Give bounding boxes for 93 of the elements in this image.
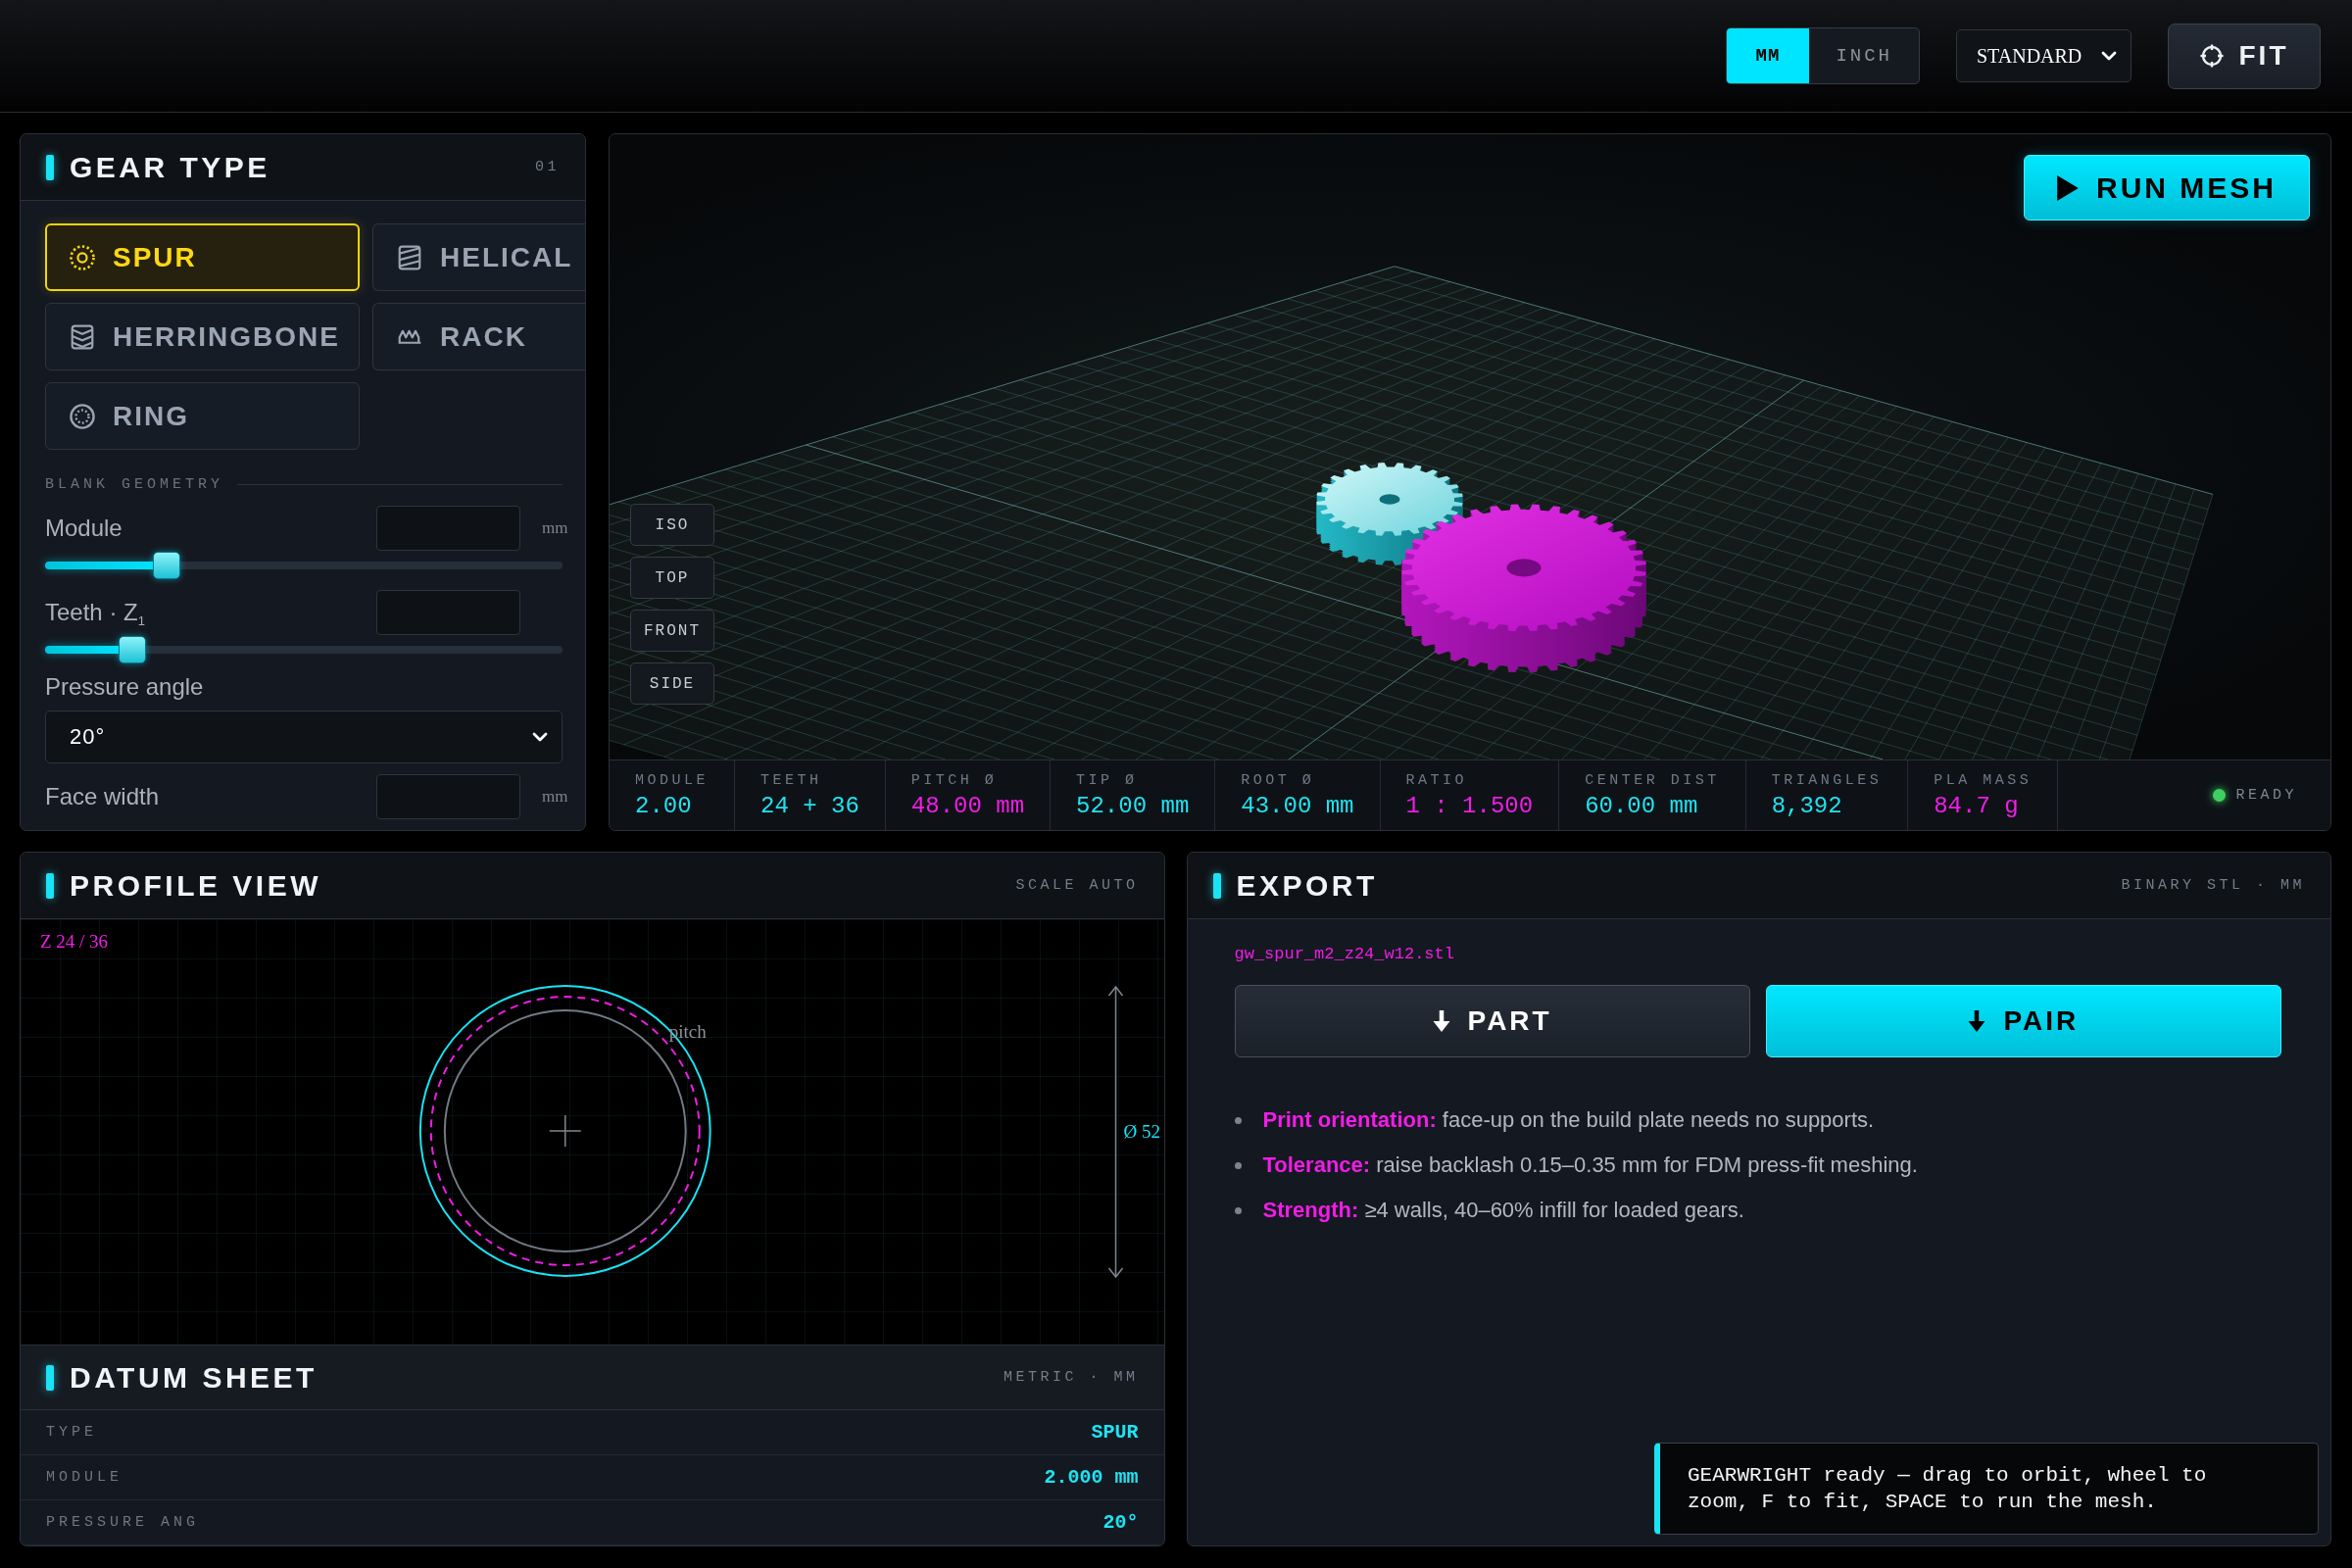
tooth-count-label: Z 24 / 36 — [40, 931, 109, 953]
center-mark — [549, 1114, 582, 1148]
chevron-down-icon — [532, 732, 548, 742]
run-mesh-button[interactable]: RUN MESH — [2024, 155, 2310, 220]
unit-toggle[interactable]: MM INCH — [1725, 27, 1920, 84]
gear-type-button[interactable]: RING — [45, 382, 360, 450]
stat-label: TEETH — [760, 771, 823, 789]
crosshair-icon — [2199, 44, 2224, 68]
angle-select[interactable]: 20° — [45, 710, 563, 763]
panel-title: EXPORT — [1236, 868, 1378, 903]
accent-bar-icon — [46, 154, 54, 180]
stat-value: 43.00 mm — [1241, 793, 1354, 819]
arrow-down-icon — [1432, 1010, 1450, 1032]
pitch-label: pitch — [668, 1021, 707, 1043]
stat-value: 8,392 — [1771, 793, 1843, 819]
field-label: Face width — [45, 783, 161, 810]
viewport-scene[interactable]: ISO TOP FRONT SIDE RUN MESH — [610, 134, 2330, 760]
datum-value: SPUR — [1091, 1421, 1139, 1444]
stat-value: 2.00 — [635, 793, 693, 819]
panel-tag: SCALE AUTO — [1015, 877, 1139, 894]
unit-label: mm — [542, 787, 568, 806]
datum-value: 2.000 mm — [1044, 1466, 1139, 1489]
stat-label: MODULE — [635, 771, 709, 789]
field-label: Pressure angle — [45, 673, 205, 701]
bullet-icon — [1234, 1161, 1242, 1169]
unit-option[interactable]: INCH — [1809, 28, 1919, 83]
field-label: Teeth · Z$_{1}$ — [45, 599, 146, 626]
diameter-label: Ø 52 — [1123, 1121, 1160, 1142]
slider-track[interactable] — [45, 636, 563, 663]
download-button[interactable]: PAIR — [1765, 985, 2281, 1057]
mode-select[interactable]: STANDARD — [1956, 29, 2132, 82]
datum-label: MODULE — [46, 1469, 122, 1486]
gear-type-button[interactable]: RACK — [372, 303, 585, 370]
chevron-down-icon — [2101, 51, 2117, 61]
slider-thumb[interactable] — [153, 552, 180, 579]
gear-type-button[interactable]: HELICAL — [372, 223, 585, 291]
view-button[interactable]: FRONT — [630, 610, 714, 652]
unit-label: mm — [542, 518, 568, 537]
file-name: gw_spur_m2_z24_w12.stl — [1234, 945, 1455, 964]
stat-label: CENTER DIST — [1585, 771, 1720, 789]
view-button[interactable]: SIDE — [630, 662, 714, 705]
slider-thumb[interactable] — [119, 636, 146, 663]
fit-button[interactable]: FIT — [2168, 23, 2321, 89]
field-label: Module — [45, 514, 123, 542]
panel-tag: METRIC · MM — [1003, 1369, 1139, 1386]
stat-label: TIP Ø — [1076, 771, 1139, 789]
stat-label: RATIO — [1405, 771, 1468, 789]
tip-text: Tolerance: raise backlash 0.15–0.35 mm for FDM press-fit meshing. — [1262, 1152, 1918, 1178]
slider-track[interactable] — [45, 552, 563, 579]
stat-value: 84.7 g — [1934, 793, 2020, 819]
datum-value: 20° — [1102, 1511, 1139, 1534]
play-icon — [2057, 174, 2079, 201]
view-button[interactable]: ISO — [630, 504, 714, 546]
panel-tag: BINARY STL · MM — [2121, 877, 2305, 894]
number-input[interactable] — [376, 506, 520, 551]
stat-value: 48.00 mm — [910, 793, 1025, 819]
tip-text: Print orientation: face-up on the build plate needs no supports. — [1262, 1107, 1875, 1133]
stat-value: 1 : 1.500 — [1405, 793, 1534, 819]
accent-bar-icon — [46, 872, 54, 899]
panel-title: DATUM SHEET — [70, 1360, 318, 1395]
panel-title: PROFILE VIEW — [70, 868, 321, 903]
bullet-icon — [1234, 1206, 1242, 1214]
stat-label: TRIANGLES — [1771, 771, 1883, 789]
gear-type-button[interactable]: SPUR — [45, 223, 360, 291]
tip-text: Strength: ≥4 walls, 40–60% infill for loaded gears. — [1262, 1198, 1744, 1223]
chevron-block-icon — [70, 323, 95, 350]
panel-tag: 01 — [535, 159, 560, 175]
stat-value: 24 + 36 — [760, 793, 859, 819]
arrow-down-icon — [1968, 1010, 1986, 1032]
number-input[interactable] — [376, 590, 520, 635]
status-label: READY — [2235, 787, 2297, 804]
stat-label: ROOT Ø — [1241, 771, 1316, 789]
number-input[interactable] — [376, 774, 520, 819]
unit-option[interactable]: MM — [1726, 28, 1810, 83]
toast-message: GEARWRIGHT ready — drag to orbit, wheel to zoom, F to fit, SPACE to run the mesh. — [1654, 1443, 2319, 1535]
stat-label: PLA MASS — [1934, 771, 2033, 789]
view-button[interactable]: TOP — [630, 557, 714, 599]
stat-value: 60.00 mm — [1585, 793, 1699, 819]
panel-title: GEAR TYPE — [70, 150, 270, 184]
gear-icon — [70, 244, 95, 270]
gear-type-button[interactable]: HERRINGBONE — [45, 303, 360, 370]
datum-label: TYPE — [46, 1424, 97, 1441]
dotted-ring-icon — [70, 403, 95, 429]
accent-bar-icon — [1212, 872, 1221, 899]
bullet-icon — [1234, 1116, 1242, 1124]
striped-block-icon — [397, 244, 422, 270]
stat-value: 52.00 mm — [1076, 793, 1190, 819]
zigzag-icon — [397, 329, 422, 344]
section-label: BLANK GEOMETRY — [45, 475, 224, 493]
stat-label: PITCH Ø — [910, 771, 999, 789]
accent-bar-icon — [46, 1364, 54, 1391]
download-button[interactable]: PART — [1234, 985, 1750, 1057]
datum-label: PRESSURE ANG — [46, 1514, 200, 1531]
